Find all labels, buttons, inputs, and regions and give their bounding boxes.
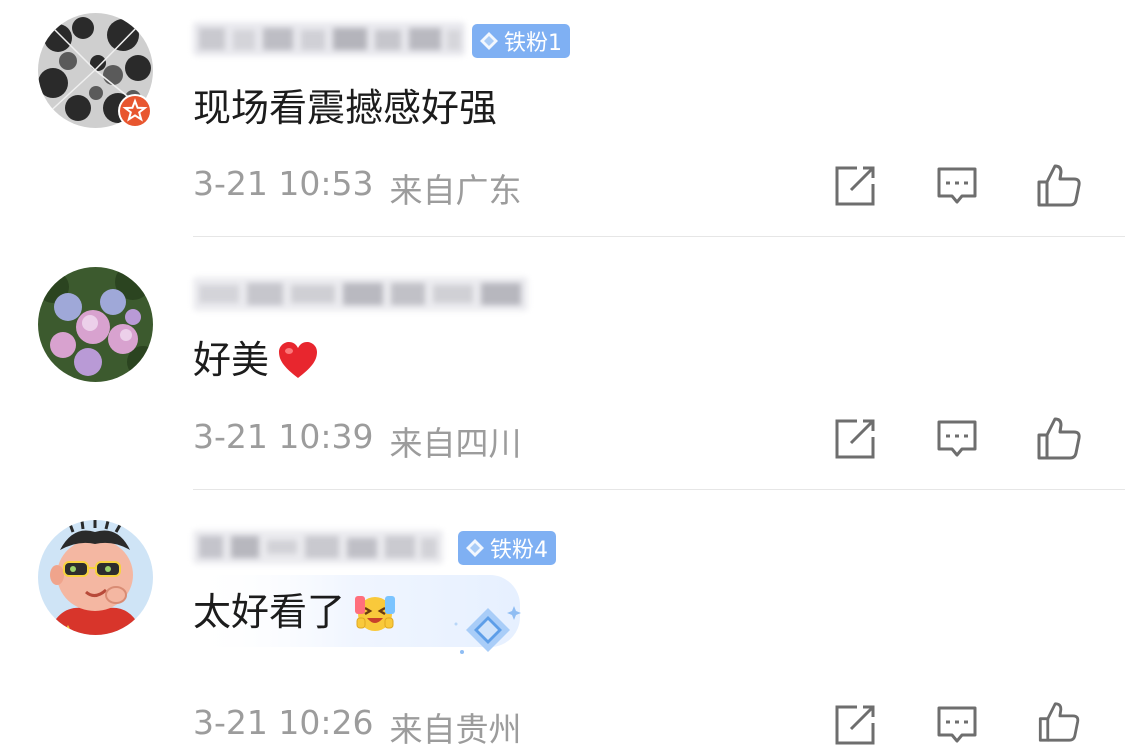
comment-text: 太好看了 [193, 588, 397, 636]
comment-location: 来自四川 [389, 424, 522, 463]
hydrangea-avatar [38, 267, 153, 382]
excited-face-icon [355, 596, 396, 631]
divider [193, 236, 1125, 237]
comment-body: 太好看了 [193, 590, 346, 634]
comment-text: 好美 [193, 336, 319, 384]
like-icon[interactable] [1036, 700, 1082, 743]
comment-time: 3-21 10:26 [193, 703, 374, 742]
verified-badge-icon [118, 94, 152, 128]
repost-icon[interactable] [833, 417, 877, 461]
like-icon[interactable] [1036, 162, 1082, 208]
user-avatar[interactable] [38, 267, 153, 382]
divider [193, 489, 1125, 490]
comment-location: 来自广东 [389, 171, 522, 210]
comment-meta: 3-21 10:26 来自贵州 [193, 703, 522, 751]
username-blurred[interactable] [193, 530, 443, 564]
diamond-sparkle-icon [454, 606, 521, 654]
diamond-icon [480, 32, 498, 50]
comment-icon[interactable] [935, 164, 979, 208]
comment-time: 3-21 10:39 [193, 417, 374, 456]
comment-time: 3-21 10:53 [193, 164, 374, 203]
comment-meta: 3-21 10:53 来自广东 [193, 164, 522, 212]
comment-icon[interactable] [935, 417, 979, 461]
comment-body: 好美 [193, 338, 270, 382]
comment-text: 现场看震撼感好强 [193, 84, 497, 132]
cartoon-boy-avatar [38, 520, 153, 635]
fan-badge-label: 铁粉1 [504, 31, 562, 56]
red-heart-icon [279, 342, 318, 378]
username-blurred[interactable] [193, 22, 465, 56]
fan-badge-label: 铁粉4 [490, 538, 548, 563]
user-avatar[interactable] [38, 520, 153, 635]
comment-body: 现场看震撼感好强 [193, 86, 498, 130]
comment-icon[interactable] [935, 703, 979, 747]
comment-location: 来自贵州 [389, 710, 522, 749]
fan-level-badge[interactable]: 铁粉4 [458, 531, 556, 565]
fan-level-badge[interactable]: 铁粉1 [472, 24, 570, 58]
repost-icon[interactable] [833, 164, 877, 208]
comment-meta: 3-21 10:39 来自四川 [193, 417, 522, 465]
username-blurred[interactable] [193, 277, 528, 311]
diamond-icon [466, 539, 484, 557]
like-icon[interactable] [1036, 415, 1082, 461]
repost-icon[interactable] [833, 703, 877, 747]
